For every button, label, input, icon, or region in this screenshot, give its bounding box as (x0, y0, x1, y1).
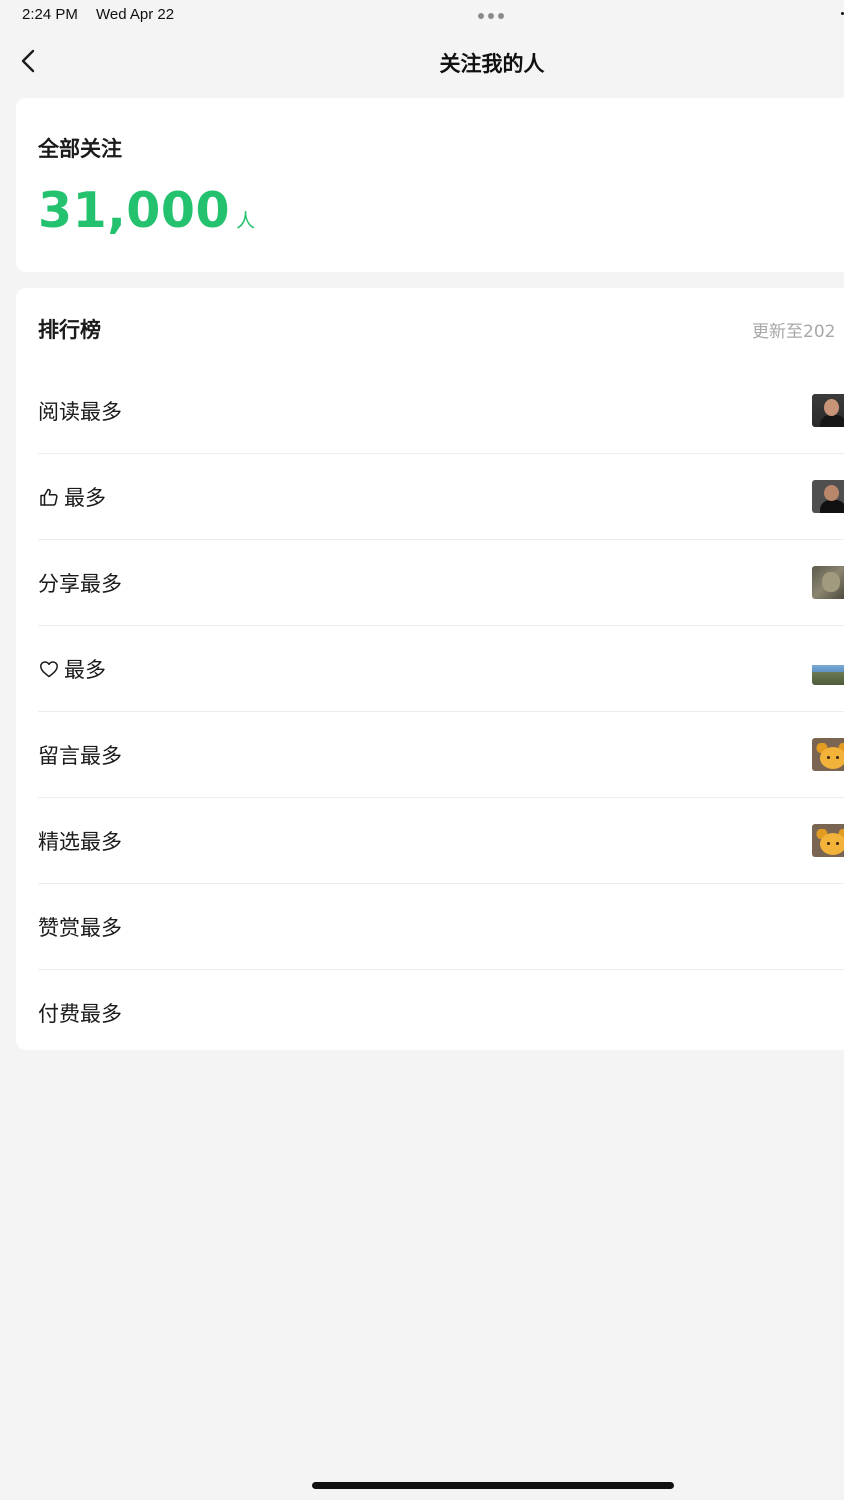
rank-item-most-read[interactable]: 阅读最多 (38, 368, 844, 454)
home-indicator[interactable] (312, 1482, 674, 1489)
rank-item-label: 最多 (38, 654, 106, 684)
rank-item-text: 分享最多 (38, 572, 122, 596)
multitask-menu-icon[interactable] (478, 13, 504, 19)
rank-item-label: 留言最多 (38, 740, 122, 770)
rank-item-text: 阅读最多 (38, 400, 122, 424)
total-followers-count: 31,000 (38, 182, 231, 239)
nav-bar: 关注我的人 (0, 32, 844, 90)
avatar (812, 566, 844, 599)
thumbs-up-icon (38, 486, 60, 508)
status-time: 2:24 PM (22, 6, 78, 23)
ranking-updated-text: 更新至202 (752, 322, 836, 342)
ranking-title: 排行榜 (38, 318, 101, 342)
rank-item-most-shared[interactable]: 分享最多 (38, 540, 844, 626)
rank-item-label: 精选最多 (38, 826, 122, 856)
heart-icon (38, 658, 60, 680)
avatar (812, 824, 844, 857)
rank-item-label: 最多 (38, 482, 106, 512)
rank-item-text: 精选最多 (38, 830, 122, 854)
avatar (812, 480, 844, 513)
rank-item-most-tips[interactable]: 赞赏最多 (38, 884, 844, 970)
rank-item-most-favorited[interactable]: 最多 (38, 626, 844, 712)
rank-item-most-liked[interactable]: 最多 (38, 454, 844, 540)
rank-item-text: 留言最多 (38, 744, 122, 768)
rank-item-most-featured[interactable]: 精选最多 (38, 798, 844, 884)
rank-item-text: 最多 (64, 486, 106, 510)
total-followers-label: 全部关注 (38, 137, 122, 161)
ranking-list: 阅读最多 最多 分享最多 最多 留言最多 精选最多 赞赏最多 付费最多 (38, 368, 844, 1055)
rank-item-label: 阅读最多 (38, 396, 122, 426)
total-followers-card: 全部关注 31,000 人 (16, 98, 844, 272)
rank-item-text: 付费最多 (38, 1002, 122, 1026)
rank-item-label: 付费最多 (38, 998, 122, 1028)
rank-item-label: 赞赏最多 (38, 912, 122, 942)
rank-item-text: 最多 (64, 658, 106, 682)
avatar (812, 652, 844, 685)
total-followers-unit: 人 (236, 210, 256, 232)
rank-item-most-paid[interactable]: 付费最多 (38, 970, 844, 1055)
avatar (812, 394, 844, 427)
ranking-card: 排行榜 更新至202 阅读最多 最多 分享最多 最多 留言最多 精选最多 赞赏最… (16, 288, 844, 1050)
avatar (812, 738, 844, 771)
rank-item-most-comments[interactable]: 留言最多 (38, 712, 844, 798)
total-followers-value-row: 31,000 人 (38, 182, 255, 239)
status-date: Wed Apr 22 (96, 6, 175, 23)
page-title: 关注我的人 (439, 52, 545, 76)
rank-item-text: 赞赏最多 (38, 916, 122, 940)
rank-item-label: 分享最多 (38, 568, 122, 598)
status-bar: 2:24 PM Wed Apr 22 (0, 0, 844, 32)
